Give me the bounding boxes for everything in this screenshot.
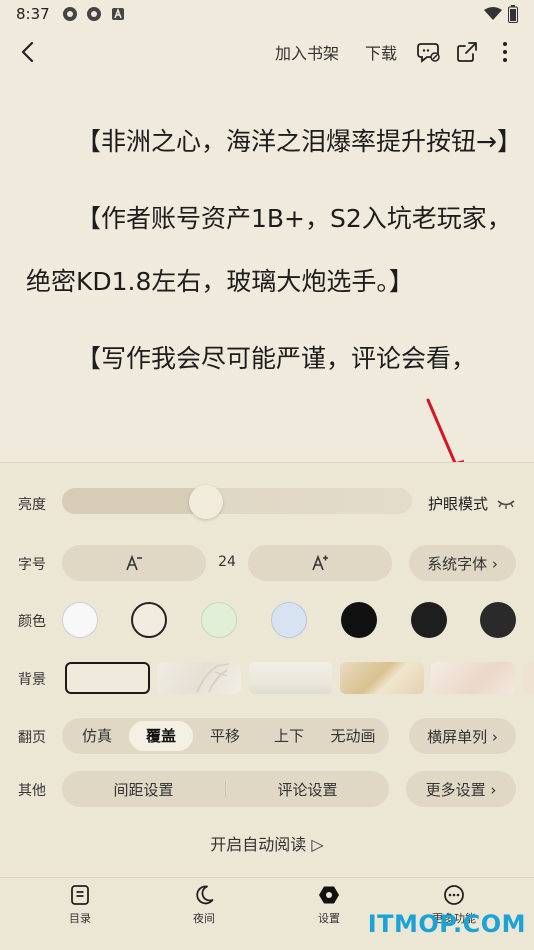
download-button[interactable]: 下载 xyxy=(352,40,410,64)
app-notification-icon xyxy=(62,7,77,21)
color-swatch-green[interactable] xyxy=(201,602,237,638)
app-notification-icon xyxy=(86,7,101,21)
color-label: 颜色 xyxy=(18,614,46,630)
brightness-fill xyxy=(62,488,210,514)
background-tile-gold[interactable] xyxy=(340,662,424,694)
background-tile-bamboo[interactable] xyxy=(157,662,241,694)
background-row: 背景 xyxy=(0,662,534,694)
reader-paragraph: 【作者账号资产1B+，S2入坑老玩家，绝密KD1.8左右，玻璃大炮选手。】 xyxy=(26,204,512,296)
brightness-knob[interactable] xyxy=(188,485,223,519)
nav-settings[interactable]: 设置 xyxy=(289,884,369,926)
reader-content: 【非洲之心，海洋之泪爆率提升按钮→】 【作者账号资产1B+，S2入坑老玩家，绝密… xyxy=(26,110,522,404)
background-tile-partial[interactable] xyxy=(523,662,534,694)
brightness-label: 亮度 xyxy=(18,497,46,513)
more-menu-button[interactable] xyxy=(486,33,524,71)
settings-hex-icon xyxy=(319,886,339,904)
share-button[interactable] xyxy=(448,33,486,71)
brightness-row: 亮度 护眼模式 xyxy=(0,485,534,521)
spacing-settings-button[interactable]: 间距设置 xyxy=(62,779,225,800)
reading-settings-panel: 亮度 护眼模式 字号 24 系统字体 › 颜色 背景 翻页 仿真 覆盖 平移 上… xyxy=(0,462,534,877)
font-increase-icon xyxy=(312,554,328,571)
font-increase-button[interactable] xyxy=(248,545,392,581)
comment-settings-button[interactable]: 评论设置 xyxy=(226,779,389,800)
eye-mode-toggle[interactable]: 护眼模式 xyxy=(428,493,516,514)
page-turn-row: 翻页 仿真 覆盖 平移 上下 无动画 横屏单列 › xyxy=(0,718,534,754)
reader-paragraph: 【写作我会尽可能严谨，评论会看， xyxy=(76,344,477,373)
landscape-single-column-button[interactable]: 横屏单列 › xyxy=(409,718,516,754)
comment-toggle-button[interactable] xyxy=(410,33,448,71)
app-a-icon xyxy=(111,7,124,20)
page-turn-segmented: 仿真 覆盖 平移 上下 无动画 xyxy=(62,718,389,754)
font-size-value: 24 xyxy=(218,554,236,570)
wifi-icon xyxy=(484,7,502,20)
catalog-icon xyxy=(71,885,89,905)
back-button[interactable] xyxy=(12,36,44,68)
color-swatch-cream-selected[interactable] xyxy=(131,602,167,638)
background-tile-plain-selected[interactable] xyxy=(65,662,150,694)
reader-topbar: 加入书架 下载 xyxy=(0,28,534,76)
page-turn-option-vertical[interactable]: 上下 xyxy=(257,721,321,751)
font-decrease-icon xyxy=(126,554,142,571)
color-swatch-white[interactable] xyxy=(62,602,98,638)
font-size-row: 字号 24 系统字体 › xyxy=(0,545,534,581)
watermark-text: ITMOP.COM xyxy=(367,910,526,938)
auto-read-button[interactable]: 开启自动阅读 ▷ xyxy=(0,831,534,855)
color-swatch-dark[interactable] xyxy=(411,602,447,638)
chevron-left-icon xyxy=(21,41,34,63)
comment-settings-icon xyxy=(417,43,440,63)
closed-eye-icon xyxy=(497,499,515,509)
bamboo-pattern-icon xyxy=(196,663,230,693)
color-swatch-charcoal[interactable] xyxy=(480,602,516,638)
other-settings-bar: 间距设置 评论设置 xyxy=(62,771,389,807)
page-turn-label: 翻页 xyxy=(18,730,46,746)
font-decrease-button[interactable] xyxy=(62,545,206,581)
color-swatch-black[interactable] xyxy=(341,602,377,638)
brightness-slider[interactable] xyxy=(62,488,412,514)
other-label: 其他 xyxy=(18,783,46,799)
page-turn-option-slide[interactable]: 平移 xyxy=(193,721,257,751)
font-size-label: 字号 xyxy=(18,557,46,573)
more-vertical-icon xyxy=(503,42,507,62)
reader-paragraph: 【非洲之心，海洋之泪爆率提升按钮→】 xyxy=(76,127,522,156)
more-dots-icon xyxy=(444,885,464,905)
eye-mode-label: 护眼模式 xyxy=(427,495,488,513)
nav-label: 夜间 xyxy=(193,912,215,925)
background-label: 背景 xyxy=(18,672,46,688)
moon-icon xyxy=(196,885,214,905)
nav-label: 目录 xyxy=(69,912,91,925)
background-tile-peach[interactable] xyxy=(431,662,515,694)
nav-night[interactable]: 夜间 xyxy=(164,884,244,926)
page-turn-option-cover[interactable]: 覆盖 xyxy=(129,721,193,751)
status-time: 8:37 xyxy=(16,5,50,23)
nav-label: 设置 xyxy=(318,912,340,925)
color-row: 颜色 xyxy=(0,602,534,638)
background-tile-light-gray[interactable] xyxy=(249,662,332,694)
status-bar: 8:37 xyxy=(0,0,534,28)
page-turn-option-simulate[interactable]: 仿真 xyxy=(65,721,129,751)
nav-catalog[interactable]: 目录 xyxy=(40,884,120,926)
battery-icon xyxy=(508,5,518,23)
other-row: 其他 间距设置 评论设置 更多设置 › xyxy=(0,771,534,807)
more-settings-button[interactable]: 更多设置 › xyxy=(406,771,516,807)
system-font-button[interactable]: 系统字体 › xyxy=(409,545,516,581)
add-to-shelf-button[interactable]: 加入书架 xyxy=(262,40,352,64)
share-icon xyxy=(457,42,477,62)
color-swatch-blue[interactable] xyxy=(271,602,307,638)
page-turn-option-none[interactable]: 无动画 xyxy=(321,721,385,751)
